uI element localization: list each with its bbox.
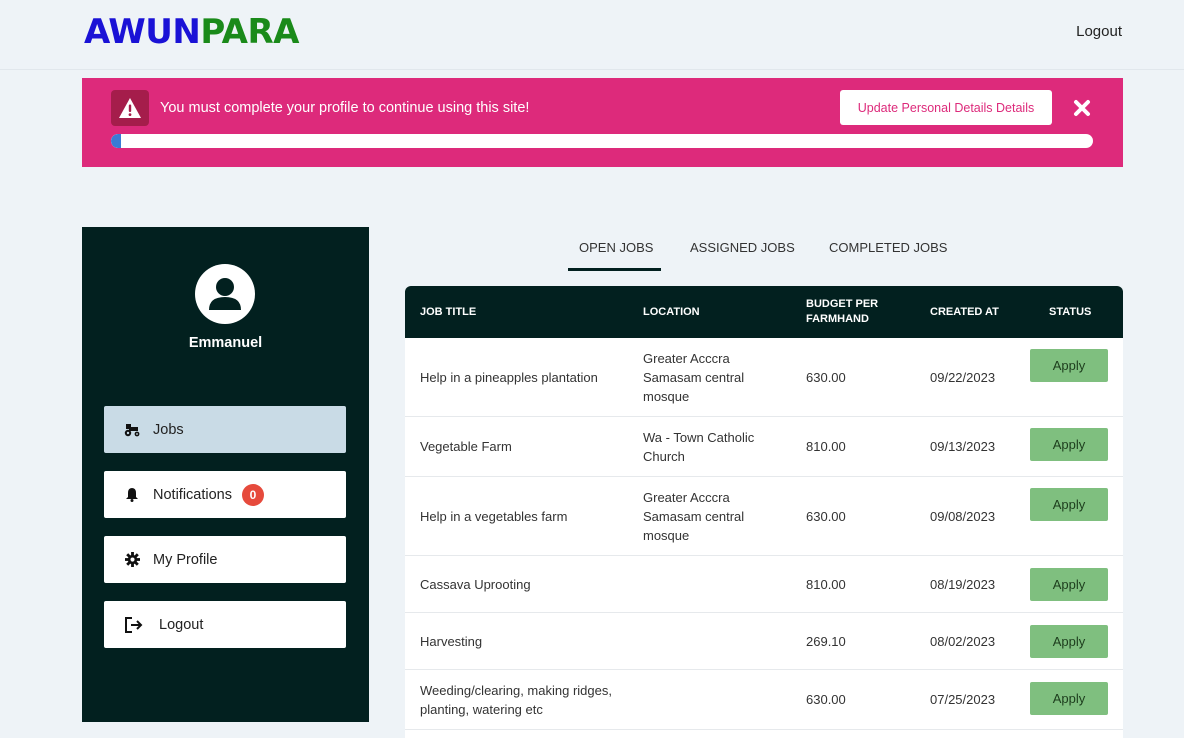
table-row: Help in a vegetables farm Greater Acccra… bbox=[405, 477, 1123, 556]
sidebar-item-my-profile[interactable]: My Profile bbox=[104, 536, 346, 583]
username: Emmanuel bbox=[188, 335, 263, 351]
table-row: Weeding/clearing, making ridges, plantin… bbox=[405, 670, 1123, 730]
created-at-cell: 08/19/2023 bbox=[930, 577, 996, 592]
budget-cell: 630.00 bbox=[806, 692, 846, 707]
created-at-cell: 07/25/2023 bbox=[930, 692, 996, 707]
table-row: Cassava Uprooting 810.00 08/19/2023 Appl… bbox=[405, 556, 1123, 613]
sidebar: Emmanuel Jobs Notifications 0 My Profile… bbox=[82, 227, 369, 722]
close-icon[interactable] bbox=[1072, 98, 1092, 118]
alert-message: You must complete your profile to contin… bbox=[160, 100, 530, 116]
budget-cell: 810.00 bbox=[806, 439, 846, 454]
created-at-cell: 09/08/2023 bbox=[930, 509, 996, 524]
job-title-cell: Harvesting bbox=[420, 634, 483, 649]
column-header-job-title: JOB TITLE bbox=[420, 306, 477, 318]
created-at-cell: 08/02/2023 bbox=[930, 634, 996, 649]
sidebar-item-notifications[interactable]: Notifications 0 bbox=[104, 471, 346, 518]
tab-completed-jobs[interactable]: COMPLETED JOBS bbox=[829, 240, 947, 255]
sidebar-item-label: Logout bbox=[159, 616, 204, 633]
active-tab-indicator bbox=[568, 268, 661, 271]
sidebar-item-jobs[interactable]: Jobs bbox=[104, 406, 346, 453]
budget-cell: 269.10 bbox=[806, 634, 846, 649]
sidebar-item-label: Notifications bbox=[153, 486, 232, 503]
created-at-cell: 09/13/2023 bbox=[930, 439, 996, 454]
column-header-status: STATUS bbox=[1049, 306, 1092, 318]
apply-button[interactable]: Apply bbox=[1030, 682, 1108, 715]
tractor-icon bbox=[123, 421, 141, 439]
apply-button[interactable]: Apply bbox=[1030, 625, 1108, 658]
logo-part2: PARA bbox=[200, 12, 299, 52]
profile-incomplete-alert: You must complete your profile to contin… bbox=[82, 78, 1123, 167]
bell-icon bbox=[123, 486, 141, 504]
job-title-cell: Help in a pineapples plantation bbox=[420, 370, 598, 385]
budget-cell: 630.00 bbox=[806, 370, 846, 385]
jobs-table: JOB TITLE LOCATION BUDGET PER FARMHAND C… bbox=[405, 286, 1123, 738]
apply-button[interactable]: Apply bbox=[1030, 349, 1108, 382]
gear-icon bbox=[123, 551, 141, 569]
column-header-location: LOCATION bbox=[643, 306, 700, 318]
notification-count-badge: 0 bbox=[241, 483, 264, 506]
job-title-cell: Vegetable Farm bbox=[420, 439, 512, 454]
apply-button[interactable]: Apply bbox=[1030, 488, 1108, 521]
created-at-cell: 09/22/2023 bbox=[930, 370, 996, 385]
budget-cell: 630.00 bbox=[806, 509, 846, 524]
header-logout-link[interactable]: Logout bbox=[1076, 23, 1122, 40]
table-header: JOB TITLE LOCATION BUDGET PER FARMHAND C… bbox=[405, 286, 1123, 338]
apply-button[interactable]: Apply bbox=[1030, 428, 1108, 461]
location-cell: Greater Acccra Samasam central mosque bbox=[643, 351, 745, 404]
sidebar-item-label: My Profile bbox=[153, 551, 218, 568]
top-header: AWUNPARA Logout bbox=[0, 0, 1184, 70]
table-row: Help in a pineapples plantation Greater … bbox=[405, 338, 1123, 417]
logo-part1: AWUN bbox=[84, 12, 201, 52]
site-logo[interactable]: AWUNPARA bbox=[84, 12, 299, 52]
location-cell: Greater Acccra Samasam central mosque bbox=[643, 490, 745, 543]
job-title-cell: Help in a vegetables farm bbox=[420, 509, 568, 524]
sign-out-icon bbox=[123, 616, 145, 634]
apply-button[interactable]: Apply bbox=[1030, 568, 1108, 601]
budget-cell: 810.00 bbox=[806, 577, 846, 592]
column-header-budget: BUDGET PER FARMHAND bbox=[806, 298, 879, 325]
table-row: Harvesting 269.10 08/02/2023 Apply bbox=[405, 613, 1123, 670]
sidebar-item-label: Jobs bbox=[153, 421, 184, 438]
table-row: Vegetable Farm Wa - Town Catholic Church… bbox=[405, 417, 1123, 477]
warning-icon bbox=[111, 90, 149, 126]
tab-assigned-jobs[interactable]: ASSIGNED JOBS bbox=[690, 240, 795, 255]
sidebar-item-logout[interactable]: Logout bbox=[104, 601, 346, 648]
tab-open-jobs[interactable]: OPEN JOBS bbox=[579, 240, 653, 255]
location-cell: Wa - Town Catholic Church bbox=[643, 430, 755, 464]
profile-progress-fill bbox=[111, 134, 121, 148]
column-header-created-at: CREATED AT bbox=[930, 306, 999, 318]
job-title-cell: Weeding/clearing, making ridges, plantin… bbox=[420, 683, 612, 717]
avatar bbox=[195, 264, 255, 324]
job-title-cell: Cassava Uprooting bbox=[420, 577, 531, 592]
update-personal-details-button[interactable]: Update Personal Details Details bbox=[840, 90, 1052, 125]
profile-progress-bar bbox=[111, 134, 1093, 148]
